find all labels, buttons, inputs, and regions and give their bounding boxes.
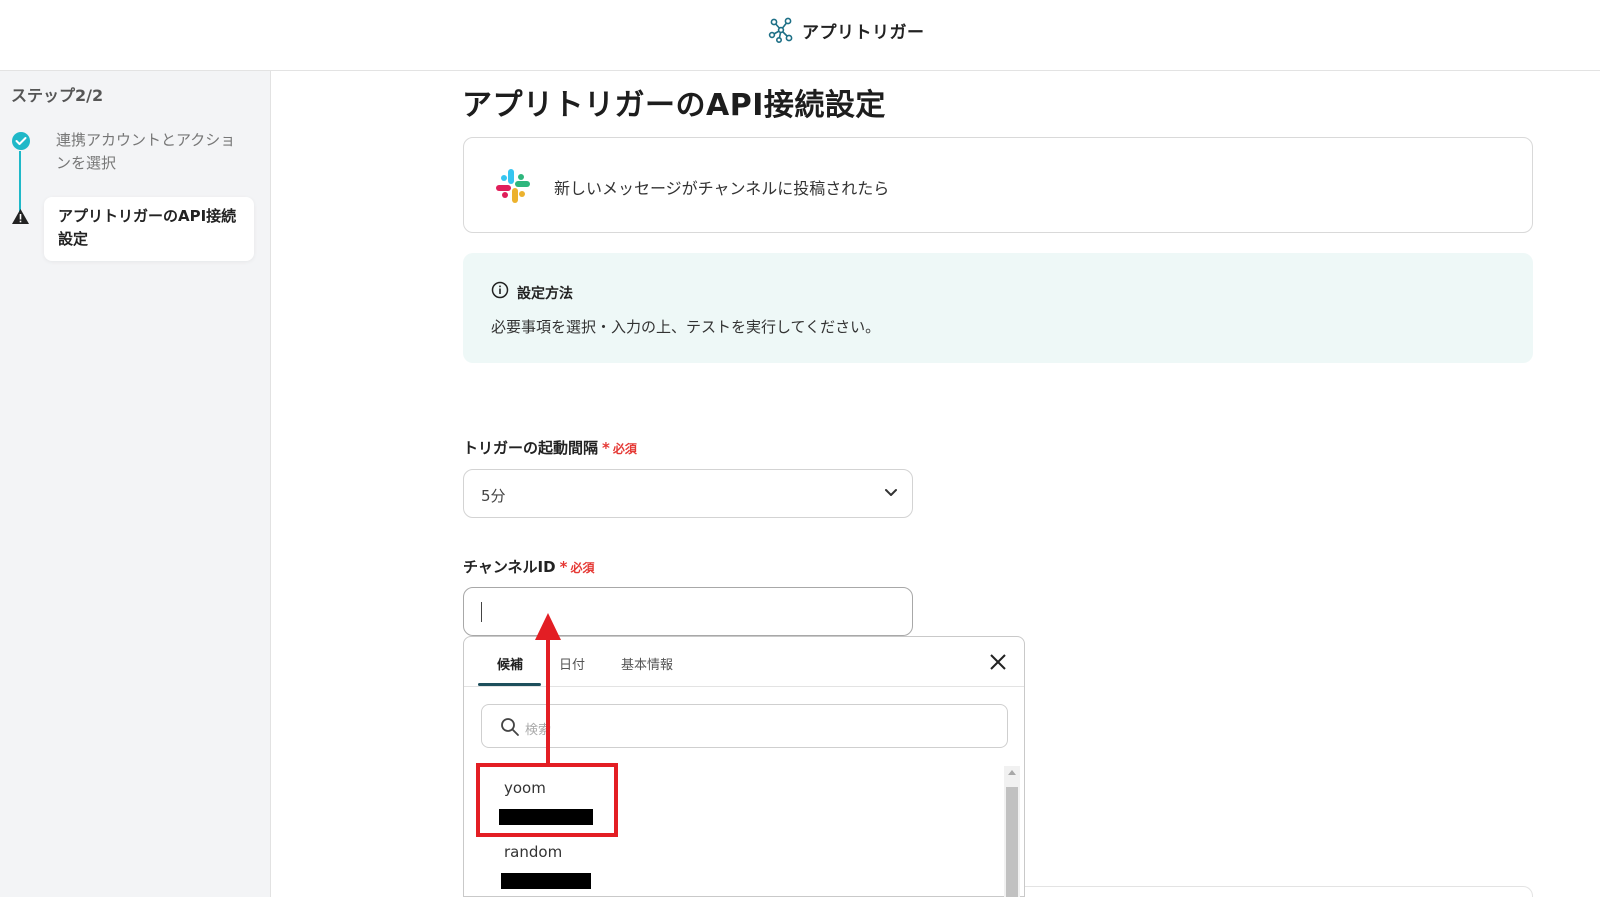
trigger-summary-card: 新しいメッセージがチャンネルに投稿されたら [463,137,1533,233]
required-label: 必須 [612,442,637,456]
settings-info-box: 設定方法 必要事項を選択・入力の上、テストを実行してください。 [463,253,1533,363]
header-brand: アプリトリガー [768,16,925,44]
required-asterisk: * [559,558,568,576]
active-tab-indicator [478,683,541,686]
sidebar-step-2-label: アプリトリガーのAPI接続設定 [58,207,237,248]
page-title: アプリトリガーのAPI接続設定 [462,88,886,123]
steps-sidebar: ステップ2/2 連携アカウントとアクションを選択 アプリトリガーのAPI接続設定 [0,71,271,897]
slack-logo [496,169,530,203]
interval-select-value: 5分 [481,487,506,505]
info-icon [491,281,509,299]
list-item-name: random [504,843,563,861]
suggestion-tabs: 候補 日付 基本情報 [464,637,1024,687]
scroll-thumb[interactable] [1006,787,1018,897]
trigger-description: 新しいメッセージがチャンネルに投稿されたら [554,179,890,198]
sidebar-step-2[interactable]: アプリトリガーのAPI接続設定 [44,197,254,261]
close-icon[interactable] [986,650,1010,674]
required-asterisk: * [602,439,610,457]
info-title: 設定方法 [517,286,573,302]
trigger-network-icon [768,17,793,43]
underlying-panel-edge [1025,886,1533,897]
tab-candidates[interactable]: 候補 [497,654,523,673]
channel-field-label: チャンネルID * 必須 [463,556,594,577]
warning-icon [12,209,29,224]
interval-select[interactable]: 5分 [463,469,913,518]
sidebar-step-1[interactable]: 連携アカウントとアクションを選択 [56,129,246,175]
scroll-up-icon[interactable] [1008,770,1016,775]
chevron-down-icon [885,489,897,496]
text-caret [481,602,482,622]
tab-date[interactable]: 日付 [559,654,585,673]
interval-label-text: トリガーの起動間隔 [463,439,599,457]
search-placeholder: 検索 [525,723,552,738]
channel-label-text: チャンネルID [463,558,556,576]
suggestion-scrollbar[interactable] [1004,766,1020,897]
tab-basic-info[interactable]: 基本情報 [621,654,673,673]
list-item[interactable]: random [481,831,981,895]
redacted-id [501,873,591,889]
interval-field-label: トリガーの起動間隔 * 必須 [463,437,637,458]
channel-id-input[interactable] [463,587,913,636]
annotation-highlight-box [476,763,618,837]
check-icon [12,132,30,150]
required-label: 必須 [570,561,595,575]
header-title: アプリトリガー [802,22,925,43]
info-description: 必要事項を選択・入力の上、テストを実行してください。 [491,318,881,336]
suggestion-search-input[interactable]: 検索 [481,704,1008,748]
app-header: アプリトリガー [0,0,1600,71]
search-icon [501,718,519,736]
step-counter: ステップ2/2 [11,86,104,105]
